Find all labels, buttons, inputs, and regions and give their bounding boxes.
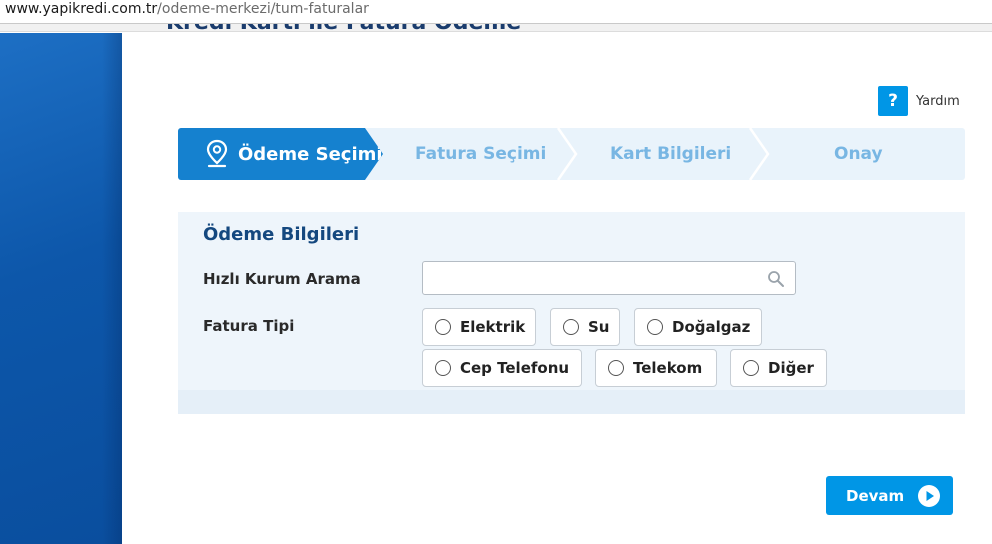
- chevron-right-icon: [748, 128, 770, 180]
- invoice-type-dogalgaz[interactable]: Doğalgaz: [634, 308, 762, 346]
- quick-search-box[interactable]: [422, 261, 796, 295]
- continue-button[interactable]: Devam: [826, 476, 953, 515]
- invoice-type-elektrik[interactable]: Elektrik: [422, 308, 536, 346]
- step-odeme-secimi: Ödeme Seçimi: [178, 128, 383, 180]
- invoice-type-diger[interactable]: Diğer: [730, 349, 827, 387]
- radio-icon[interactable]: [563, 319, 579, 335]
- payment-info-panel: Ödeme Bilgileri Hızlı Kurum Arama Fatura…: [178, 212, 965, 414]
- location-pin-icon: [206, 139, 228, 168]
- url-path: /odeme-merkezi/tum-faturalar: [157, 1, 369, 17]
- left-sidebar: [0, 33, 122, 544]
- radio-icon[interactable]: [435, 360, 451, 376]
- search-icon[interactable]: [767, 270, 785, 288]
- radio-icon[interactable]: [743, 360, 759, 376]
- step-fatura-secimi: Fatura Seçimi: [415, 144, 547, 164]
- page-title: Kredi Kartı ile Fatura Ödeme: [166, 24, 521, 36]
- invoice-type-label: Fatura Tipi: [203, 317, 295, 335]
- step-kart-bilgileri: Kart Bilgileri: [610, 144, 732, 164]
- help-icon[interactable]: ?: [878, 86, 908, 116]
- radio-icon[interactable]: [435, 319, 451, 335]
- help-button[interactable]: ? Yardım: [878, 86, 960, 116]
- url-domain: www.yapikredi.com.tr: [5, 1, 158, 17]
- radio-icon[interactable]: [608, 360, 624, 376]
- step-onay: Onay: [834, 144, 883, 164]
- step-progress: Ödeme Seçimi Fatura Seçimi Kart Bilgiler…: [178, 128, 965, 180]
- invoice-type-cep-telefonu[interactable]: Cep Telefonu: [422, 349, 582, 387]
- quick-search-label: Hızlı Kurum Arama: [203, 270, 361, 288]
- quick-search-input[interactable]: [431, 263, 761, 293]
- help-label[interactable]: Yardım: [916, 94, 960, 109]
- play-arrow-icon: [918, 485, 940, 507]
- invoice-type-su[interactable]: Su: [550, 308, 620, 346]
- step-label: Ödeme Seçimi: [238, 143, 383, 165]
- radio-icon[interactable]: [647, 319, 663, 335]
- panel-title: Ödeme Bilgileri: [203, 224, 360, 245]
- chevron-right-icon: [556, 128, 578, 180]
- invoice-type-telekom[interactable]: Telekom: [595, 349, 717, 387]
- address-bar[interactable]: www.yapikredi.com.tr/odeme-merkezi/tum-f…: [0, 0, 992, 24]
- continue-label: Devam: [846, 486, 905, 505]
